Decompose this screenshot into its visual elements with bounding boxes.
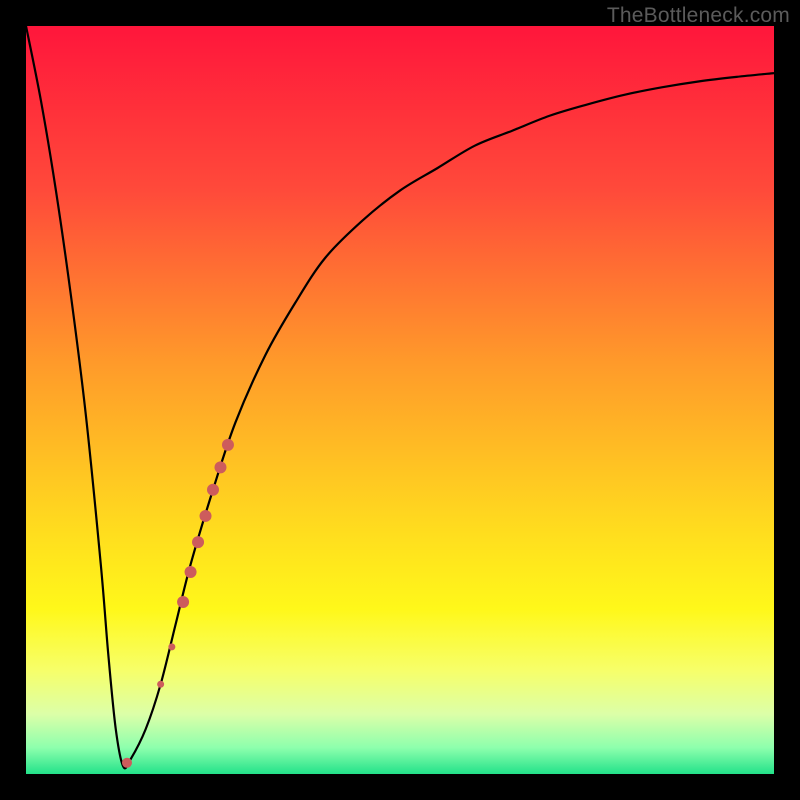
data-point [122,758,132,768]
plot-area [26,26,774,774]
data-point [200,510,212,522]
data-point [207,484,219,496]
data-point [157,681,164,688]
chart-svg [26,26,774,774]
data-point [185,566,197,578]
data-point [168,643,175,650]
gradient-background [26,26,774,774]
data-point [222,439,234,451]
chart-frame: TheBottleneck.com [0,0,800,800]
data-point [214,461,226,473]
data-point [192,536,204,548]
watermark-text: TheBottleneck.com [607,4,790,28]
data-point [177,596,189,608]
